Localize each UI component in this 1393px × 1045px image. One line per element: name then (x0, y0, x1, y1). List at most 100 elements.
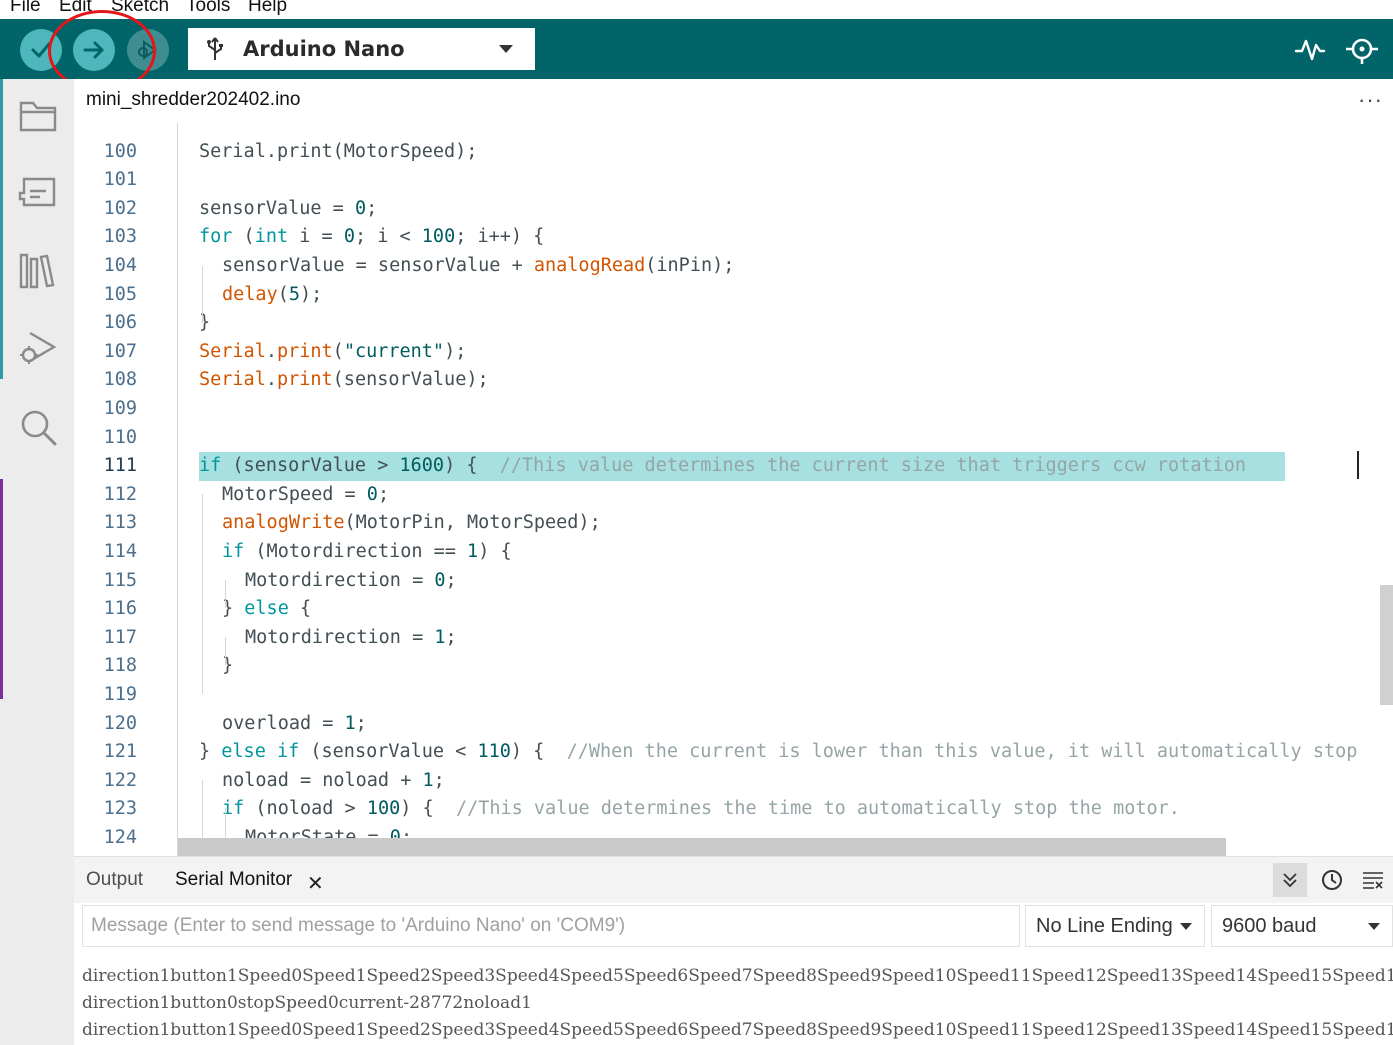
sidebar-item-boards[interactable] (16, 171, 60, 215)
code-text: } (199, 309, 210, 338)
code-line: 118} (74, 652, 1393, 681)
line-ending-select[interactable]: No Line Ending (1025, 905, 1205, 947)
usb-icon (207, 37, 223, 60)
code-token: ) { (400, 798, 456, 820)
code-line-partial: Serial.print(MotorSpeed); (74, 123, 1393, 162)
baud-rate-value: 9600 baud (1222, 914, 1317, 937)
line-number: 116 (103, 598, 137, 620)
upload-button[interactable] (73, 29, 115, 71)
chevron-down-icon (1368, 923, 1380, 930)
code-text: } (222, 652, 233, 681)
menu-help[interactable]: Help (248, 0, 287, 17)
collapse-icon (1283, 873, 1297, 888)
code-token: analogWrite (222, 512, 345, 534)
code-token: else (244, 598, 289, 620)
board-name: Arduino Nano (243, 37, 405, 61)
code-text: Motordirection = 0; (245, 567, 457, 596)
code-line: 106} (74, 309, 1393, 338)
code-line: 100 (74, 138, 1393, 167)
horizontal-scrollbar[interactable] (178, 838, 1226, 856)
board-selector[interactable]: Arduino Nano (188, 28, 535, 70)
indent-guide (202, 494, 203, 694)
more-icon[interactable]: ··· (1358, 87, 1383, 113)
code-line: 116} else { (74, 595, 1393, 624)
code-token: (inPin); (645, 254, 735, 276)
code-line: 103 for (int i = 0; i < 100; i++) { (74, 223, 1393, 252)
serial-plotter-icon[interactable] (1294, 33, 1326, 65)
code-text: if (Motordirection == 1) { (222, 538, 512, 567)
code-token: sensorValue = (199, 197, 355, 219)
panel-tab-bar: Output Serial Monitor ✕ (74, 857, 1393, 903)
close-icon[interactable]: ✕ (307, 871, 324, 896)
menu-tools[interactable]: Tools (186, 0, 230, 17)
code-line: 108 Serial.print(sensorValue); (74, 366, 1393, 395)
menu-edit[interactable]: Edit (59, 0, 92, 17)
code-line: 119 (74, 681, 1393, 710)
code-line: 107 Serial.print("current"); (74, 338, 1393, 367)
arrow-right-icon (83, 41, 104, 59)
tab-output[interactable]: Output (86, 869, 143, 891)
code-line: 102 sensorValue = 0; (74, 195, 1393, 224)
menu-sketch[interactable]: Sketch (111, 0, 169, 17)
code-token: (sensorValue); (332, 369, 489, 391)
code-token: 110 (477, 741, 511, 763)
code-line: 120 overload = 1; (74, 710, 1393, 739)
file-tab[interactable]: mini_shredder202402.ino (74, 79, 313, 123)
code-text: sensorValue = 0; (199, 195, 377, 224)
code-token: { (288, 598, 312, 620)
toolbar: Arduino Nano (0, 19, 1393, 79)
message-input[interactable] (82, 905, 1020, 947)
chevron-down-icon (1180, 923, 1192, 930)
baud-rate-select[interactable]: 9600 baud (1211, 905, 1393, 947)
line-number: 107 (103, 340, 137, 362)
code-text: for (int i = 0; i < 100; i++) { (199, 223, 544, 252)
sidebar-item-library[interactable] (16, 249, 60, 293)
bottom-panel: Output Serial Monitor ✕ No Line Ending 9… (74, 856, 1393, 1045)
code-editor[interactable]: Serial.print(MotorSpeed); 100 101 102 senso… (74, 123, 1393, 856)
code-text: noload = noload + 1; (222, 767, 445, 796)
line-number: 100 (103, 140, 137, 162)
code-token: print (276, 369, 333, 391)
code-token: (sensorValue > (221, 455, 400, 477)
folder-icon (19, 101, 57, 132)
code-token: } (199, 741, 222, 763)
code-token: . (265, 340, 277, 362)
code-token: ); (299, 283, 323, 305)
code-token: print (276, 340, 333, 362)
code-text: } else if (sensorValue < 110) { //When t… (199, 738, 1357, 767)
timestamp-button[interactable] (1315, 863, 1349, 897)
code-line: 122 noload = noload + 1; (74, 767, 1393, 796)
sidebar-item-search[interactable] (16, 405, 60, 449)
indent-guide (225, 580, 226, 608)
code-token: ; i < (354, 226, 422, 248)
code-token: 5 (288, 283, 300, 305)
line-number: 121 (103, 741, 137, 763)
sidebar-item-sketchbook[interactable] (16, 93, 60, 137)
tab-serial-monitor[interactable]: Serial Monitor (175, 869, 292, 891)
collapse-button[interactable] (1273, 863, 1307, 897)
code-token: 0 (354, 197, 367, 219)
timestamp-icon (1322, 870, 1342, 890)
serial-output-line: direction1button1Speed0Speed1Speed2Speed… (82, 1020, 1393, 1040)
code-token: if (222, 540, 245, 562)
code-line: 109 (74, 395, 1393, 424)
menu-file[interactable]: File (10, 0, 41, 17)
vertical-scrollbar[interactable] (1380, 585, 1393, 705)
line-number: 109 (103, 397, 137, 419)
code-token: ); (444, 340, 467, 362)
debug-button[interactable] (127, 29, 169, 71)
verify-button[interactable] (20, 29, 62, 71)
code-line: 101 (74, 166, 1393, 195)
serial-monitor-icon[interactable] (1344, 33, 1380, 65)
code-token: ) { (478, 540, 512, 562)
line-number: 103 (103, 226, 137, 248)
serial-output: direction1button1Speed0Speed1Speed2Speed… (82, 963, 1393, 1045)
sidebar-item-debug[interactable] (16, 327, 60, 371)
clear-output-button[interactable] (1356, 863, 1390, 897)
line-number: 106 (103, 312, 137, 334)
code-token: i = (288, 226, 344, 248)
code-line: 115 Motordirection = 0; (74, 567, 1393, 596)
line-number: 105 (103, 283, 137, 305)
code-text: delay(5); (222, 281, 322, 310)
code-text: if (noload > 100) { //This value determi… (222, 795, 1180, 824)
